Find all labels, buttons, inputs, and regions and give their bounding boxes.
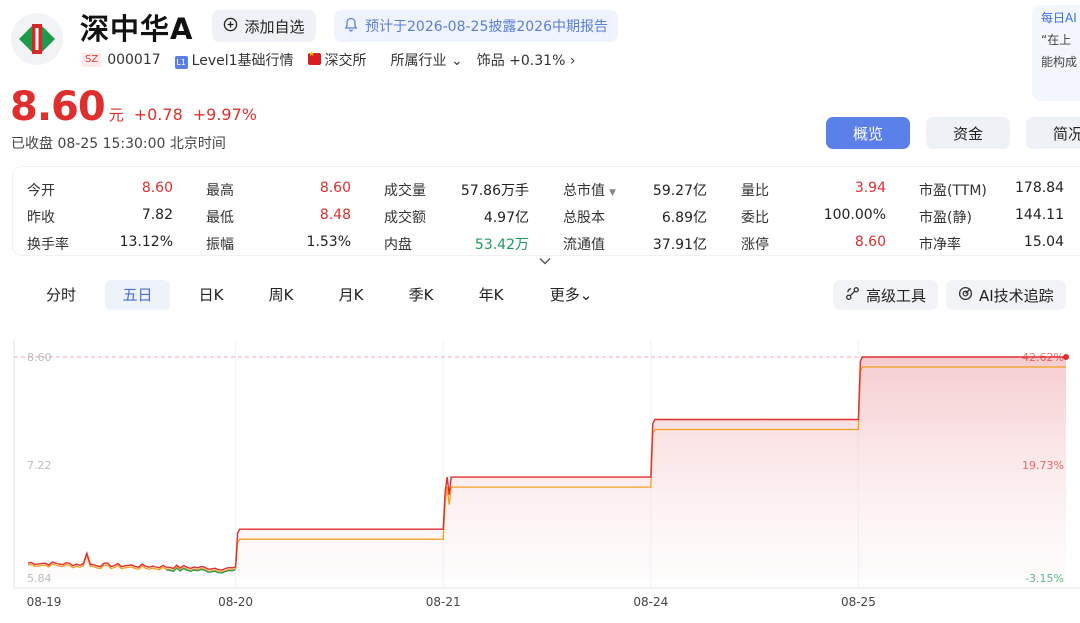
report-notice[interactable]: 预计于2026-08-25披露2026中期报告	[334, 10, 618, 42]
ai-daily-title: 每日AI	[1041, 11, 1077, 25]
stat-label: 今开	[27, 183, 55, 199]
price-unit: 元	[108, 106, 124, 124]
tab-overview[interactable]: 概览	[826, 117, 910, 149]
ai-daily-line: 能构成	[1041, 55, 1078, 69]
industry-change: +0.31%	[509, 53, 566, 69]
stat-value: 8.60	[141, 180, 173, 196]
stat-label: 内盘	[384, 237, 412, 253]
stat-value: 13.12%	[119, 234, 173, 250]
y-axis-percent-label: 42.62%	[1022, 351, 1064, 364]
stock-code: 000017	[107, 52, 161, 68]
stat-value: 4.97亿	[483, 210, 529, 226]
expand-stats-icon[interactable]	[539, 254, 551, 268]
price-change: +0.78	[133, 105, 183, 124]
industry-link[interactable]: 饰品 +0.31% ›	[477, 50, 576, 70]
stat-label: 量比	[741, 183, 769, 199]
industry-name: 饰品	[476, 53, 505, 69]
stat-label: 最高	[206, 183, 234, 199]
y-axis-tick-label: 8.60	[27, 351, 52, 364]
stat-label: 涨停	[741, 237, 769, 253]
ai-tracking-label: AI技术追踪	[979, 286, 1054, 305]
advanced-tools-button[interactable]: 高级工具	[833, 280, 939, 310]
five-day-chart[interactable]: 8.60 7.22 5.84 42.62% 19.73% -3.15% 08-19 08-20…	[0, 330, 1080, 623]
stat-value: 6.89亿	[661, 210, 707, 226]
stat-label: 委比	[741, 210, 769, 226]
add-watchlist-label: 添加自选	[244, 17, 305, 36]
china-flag-icon	[307, 50, 321, 65]
stat-value: 1.53%	[306, 234, 351, 250]
tools-icon	[845, 286, 860, 305]
ai-daily-line: “在上	[1041, 33, 1072, 47]
y-axis-percent-label: 19.73%	[1022, 459, 1064, 472]
tab-funds[interactable]: 资金	[926, 117, 1010, 149]
stat-value: 144.11	[1015, 207, 1064, 223]
tab-monthly-k[interactable]: 月K	[332, 280, 370, 310]
add-watchlist-button[interactable]: 添加自选	[212, 10, 316, 42]
tab-more[interactable]: 更多⌄	[546, 280, 596, 310]
chevron-down-icon: ⌄	[450, 53, 463, 69]
stat-value: 100.00%	[823, 207, 886, 223]
chevron-down-icon: ⌄	[579, 286, 593, 304]
report-notice-text: 预计于2026-08-25披露2026中期报告	[365, 19, 608, 35]
stat-value: 53.42万	[474, 237, 529, 253]
x-axis-date-label: 08-20	[218, 595, 253, 609]
y-axis-tick-label: 5.84	[27, 572, 52, 585]
x-axis-date-label: 08-21	[426, 595, 461, 609]
stat-value: 8.60	[319, 180, 351, 196]
tab-profile[interactable]: 简况	[1026, 117, 1080, 149]
stat-label: 振幅	[206, 237, 234, 253]
stat-label: 昨收	[27, 210, 55, 226]
exchange-info: 深交所	[307, 50, 367, 70]
level-label: Level1基础行情	[191, 53, 294, 69]
industry-dropdown[interactable]: 所属行业 ⌄	[391, 50, 463, 70]
stat-value: 3.94	[854, 180, 886, 196]
price-chart: 8.60 7.22 5.84 42.62% 19.73% -3.15% 08-19 08-20…	[13, 340, 1080, 609]
ai-target-icon	[958, 286, 973, 305]
trade-status: 已收盘 08-25 15:30:00 北京时间	[11, 136, 226, 152]
tab-intraday[interactable]: 分时	[40, 280, 82, 310]
more-label: 更多	[549, 286, 580, 304]
main-tabs: 概览 资金 简况	[826, 117, 1080, 149]
stat-value: 8.48	[319, 207, 351, 223]
x-axis-date-label: 08-24	[633, 595, 668, 609]
stat-label: 最低	[206, 210, 234, 226]
tab-five-day[interactable]: 五日	[105, 280, 170, 310]
chevron-right-icon: ›	[569, 53, 576, 69]
logo-mark-icon	[19, 24, 55, 54]
exchange-label: 深交所	[324, 53, 367, 69]
y-axis-tick-label: 7.22	[27, 459, 52, 472]
tab-quarterly-k[interactable]: 季K	[402, 280, 440, 310]
tab-weekly-k[interactable]: 周K	[262, 280, 300, 310]
stat-value: 57.86万手	[460, 183, 529, 199]
stock-logo	[11, 13, 63, 65]
plus-circle-icon	[223, 17, 238, 36]
level-icon: L1	[174, 56, 188, 69]
stat-value: 15.04	[1023, 234, 1064, 250]
tab-yearly-k[interactable]: 年K	[472, 280, 510, 310]
industry-label: 所属行业	[390, 53, 447, 69]
price-row: 8.60 元 +0.78 +9.97%	[10, 84, 257, 130]
ai-tracking-button[interactable]: AI技术追踪	[946, 280, 1066, 310]
stat-value: 8.60	[854, 234, 886, 250]
stat-value: 37.91亿	[652, 237, 707, 253]
stat-value: 7.82	[141, 207, 173, 223]
exchange-tag: SZ	[82, 53, 102, 67]
stock-name: 深中华A	[80, 12, 194, 46]
current-price: 8.60	[10, 84, 106, 130]
y-axis-percent-label: -3.15%	[1025, 572, 1064, 585]
stat-value: 178.84	[1015, 180, 1064, 196]
price-change-pct: +9.97%	[192, 105, 257, 124]
bell-icon	[344, 17, 358, 36]
level-info[interactable]: L1 Level1基础行情	[174, 50, 294, 70]
tab-daily-k[interactable]: 日K	[192, 280, 230, 310]
stock-subinfo: SZ 000017 L1Level1基础行情 深交所 所属行业 ⌄ 饰品 +0.…	[82, 50, 575, 70]
x-axis-date-label: 08-19	[27, 595, 62, 609]
x-axis-date-label: 08-25	[841, 595, 876, 609]
price-area	[28, 357, 1066, 580]
ai-daily-panel[interactable]: 每日AI “在上 能构成	[1032, 5, 1080, 101]
advanced-tools-label: 高级工具	[866, 286, 927, 305]
stat-value: 59.27亿	[652, 183, 707, 199]
